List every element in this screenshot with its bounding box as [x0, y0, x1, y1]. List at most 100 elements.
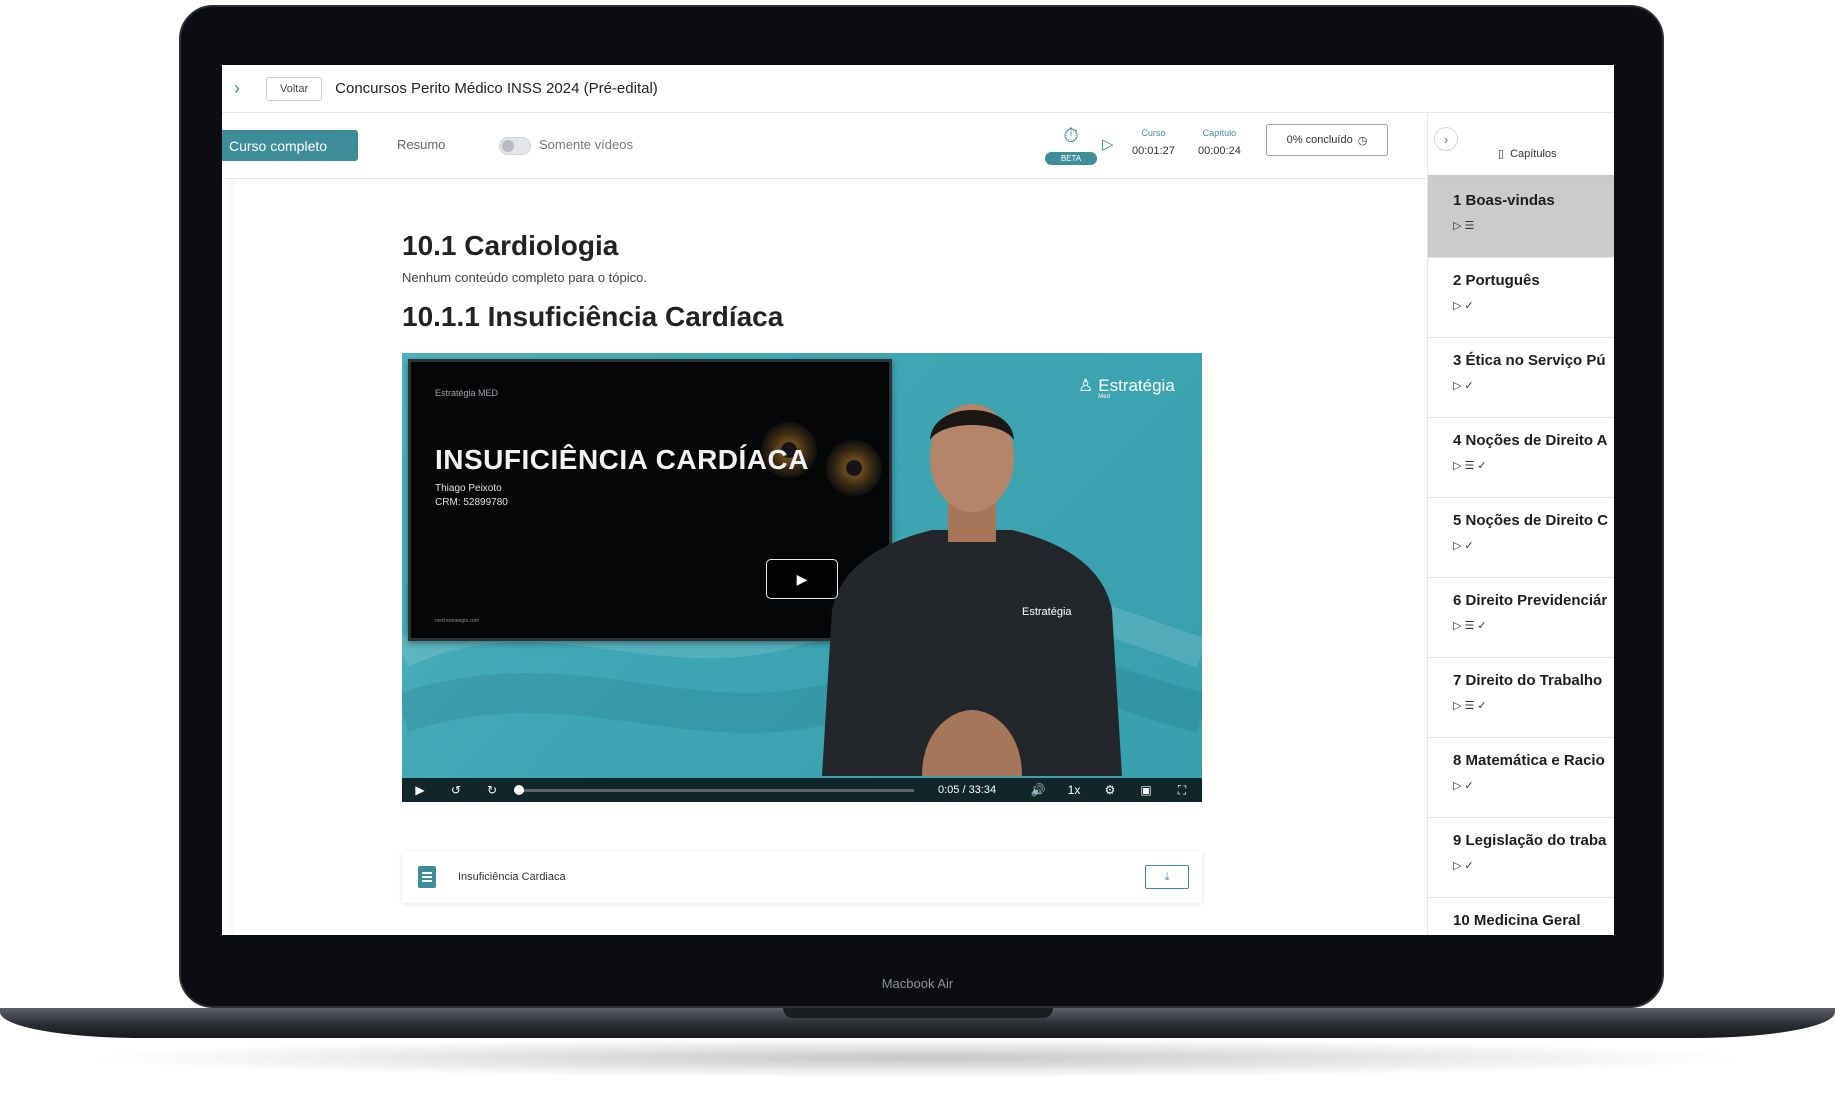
chapter-item[interactable]: 10 Medicina Geral — [1428, 898, 1614, 935]
completion-label: 0% concluído — [1286, 134, 1353, 146]
chapter-item[interactable]: 4 Noções de Direito A ▷ ☰ ✓ — [1428, 418, 1614, 498]
settings-gear-icon[interactable]: ⚙ — [1092, 783, 1128, 797]
chapter-item[interactable]: 8 Matemática e Racio ▷ ✓ — [1428, 738, 1614, 818]
chapter-name: 2 Português — [1453, 272, 1540, 289]
current-time: 0:05 — [938, 784, 960, 796]
device-label: Macbook Air — [881, 976, 954, 991]
rewind-icon[interactable]: ↺ — [438, 783, 474, 797]
logo-mark-icon: ♙ — [1078, 376, 1094, 395]
fullscreen-icon[interactable]: ⛶ — [1164, 783, 1200, 798]
video-player[interactable]: Estratégia MED INSUFICIÊNCIA CARDÍACA Th… — [402, 353, 1202, 802]
chapter-item[interactable]: 3 Ética no Serviço Pú ▷ ✓ — [1428, 338, 1614, 418]
book-icon: ▯ — [1498, 148, 1505, 160]
top-header: › Voltar Concursos Perito Médico INSS 20… — [222, 65, 1614, 113]
subtopic-title: 10.1.1 Insuficiência Cardíaca — [402, 301, 784, 332]
chapter-name: 6 Direito Previdenciár — [1453, 592, 1608, 609]
speed-button[interactable]: 1x — [1056, 783, 1092, 797]
chapter-time-value: 00:00:24 — [1198, 145, 1241, 157]
tab-full-course[interactable]: Curso completo — [222, 130, 358, 161]
attachment-name: Insuficiência Cardiaca — [458, 871, 566, 883]
sidebar-title-text: Capítulos — [1510, 147, 1557, 160]
chapter-status-icons: ▷ ✓ — [1453, 380, 1474, 392]
chapter-item[interactable]: 9 Legislação do traba ▷ ✓ — [1428, 818, 1614, 898]
presenter-figure: Estratégia — [822, 404, 1122, 776]
chapter-status-icons: ▷ ✓ — [1453, 540, 1474, 552]
slide-author: Thiago Peixoto CRM: 52899780 — [435, 482, 508, 510]
download-button[interactable]: ⤓ — [1145, 865, 1189, 889]
logo-text: Estratégia — [1098, 376, 1175, 395]
chapter-status-icons: ▷ ✓ — [1453, 860, 1474, 872]
slide-author-name: Thiago Peixoto — [435, 483, 502, 494]
chapter-status-icons: ▷ ☰ — [1453, 220, 1475, 232]
document-icon — [418, 866, 436, 888]
videos-only-label: Somente vídeos — [539, 137, 633, 152]
chapter-name: 9 Legislação do traba — [1453, 832, 1607, 849]
slide-author-crm: CRM: 52899780 — [435, 497, 508, 508]
chevron-right-icon[interactable]: › — [1434, 127, 1458, 151]
clock-progress-icon: ◷ — [1357, 134, 1368, 147]
course-time-value: 00:01:27 — [1132, 145, 1175, 157]
chapter-item[interactable]: 2 Português ▷ ✓ — [1428, 258, 1614, 338]
course-time-block: Curso 00:01:27 — [1132, 128, 1175, 157]
toggle-knob — [502, 140, 514, 152]
content-toolbar: Curso completo Resumo Somente vídeos ⏱ B… — [222, 113, 1427, 179]
slide-title: INSUFICIÊNCIA CARDÍACA — [435, 444, 809, 475]
back-button[interactable]: Voltar — [266, 76, 323, 101]
shirt-logo: Estratégia — [1022, 606, 1072, 618]
chapter-status-icons: ▷ ✓ — [1453, 300, 1474, 312]
chapter-item[interactable]: 6 Direito Previdenciár ▷ ☰ ✓ — [1428, 578, 1614, 658]
topic-title: 10.1 Cardiologia — [402, 230, 619, 261]
sidebar-header: › ▯ Capítulos — [1428, 113, 1614, 178]
progress-knob[interactable] — [514, 784, 524, 795]
chevron-right-icon[interactable]: › — [222, 65, 252, 113]
estrategia-logo: ♙ Estratégia Med — [1078, 376, 1175, 400]
chapter-status-icons: ▷ ☰ ✓ — [1453, 700, 1487, 712]
course-title: Concursos Perito Médico INSS 2024 (Pré-e… — [335, 80, 658, 97]
course-time-label: Curso — [1141, 128, 1166, 138]
video-time: 0:05 / 33:34 — [938, 784, 1020, 796]
chapter-item[interactable]: 5 Noções de Direito C ▷ ✓ — [1428, 498, 1614, 578]
stopwatch-icon[interactable]: ⏱ — [1060, 125, 1082, 147]
play-control-icon[interactable]: ▶ — [402, 783, 438, 797]
slide-footer: med.estrategia.com — [435, 618, 479, 624]
video-controls: ▶ ↺ ↻ 0:05 / 33:34 🔊 1x ⚙ ▣ ⛶ — [402, 778, 1202, 802]
chapter-name: 7 Direito do Trabalho — [1453, 672, 1603, 689]
chapter-time-block: Capítulo 00:00:24 — [1198, 128, 1241, 157]
chapter-name: 10 Medicina Geral — [1453, 912, 1581, 929]
chapter-name: 8 Matemática e Racio — [1453, 752, 1605, 769]
chapter-time-label: Capítulo — [1202, 128, 1237, 138]
left-edge-shadow — [222, 180, 234, 935]
app-screen: › Voltar Concursos Perito Médico INSS 20… — [222, 65, 1614, 935]
duration: 33:34 — [968, 784, 997, 796]
chapter-status-icons: ▷ ✓ — [1453, 780, 1474, 792]
chapter-status-icons: ▷ ☰ ✓ — [1453, 620, 1487, 632]
laptop-shadow — [80, 1038, 1755, 1078]
chapter-name: 4 Noções de Direito A — [1453, 432, 1608, 449]
beta-badge: BETA — [1045, 152, 1097, 165]
laptop-frame: › Voltar Concursos Perito Médico INSS 20… — [0, 0, 1835, 1103]
logo-wordmark: Estratégia Med — [1098, 376, 1175, 400]
download-icon: ⤓ — [1164, 870, 1170, 883]
big-play-button[interactable]: ▶ — [766, 559, 838, 599]
chapter-list: 1 Boas-vindas ▷ ☰ 2 Português ▷ ✓ 3 Ética no… — [1428, 178, 1614, 935]
picture-in-picture-icon[interactable]: ▣ — [1128, 783, 1164, 797]
chapter-item[interactable]: 7 Direito do Trabalho ▷ ☰ ✓ — [1428, 658, 1614, 738]
play-icon: ▶ — [796, 570, 808, 587]
video-progress-bar[interactable] — [514, 784, 914, 795]
laptop-base-notch — [783, 1008, 1053, 1018]
completion-status-button[interactable]: 0% concluído ◷ — [1266, 124, 1388, 156]
topic-note: Nenhum conteúdo completo para o tópico. — [402, 270, 647, 285]
videos-only-toggle[interactable] — [499, 137, 531, 155]
tab-summary[interactable]: Resumo — [397, 137, 445, 152]
chapter-item[interactable]: 1 Boas-vindas ▷ ☰ — [1428, 178, 1614, 258]
play-outline-icon[interactable]: ▷ — [1102, 135, 1114, 153]
chapters-sidebar: › ▯ Capítulos 1 Boas-vindas ▷ ☰ 2 Portuguê… — [1427, 113, 1614, 935]
forward-icon[interactable]: ↻ — [474, 783, 510, 797]
chapter-status-icons: ▷ ☰ ✓ — [1453, 460, 1487, 472]
main-content: 10.1 Cardiologia Nenhum conteúdo complet… — [402, 230, 1202, 333]
slide-brand: Estratégia MED — [435, 388, 499, 398]
chapter-name: 5 Noções de Direito C — [1453, 512, 1609, 529]
volume-icon[interactable]: 🔊 — [1020, 783, 1056, 797]
chapter-name: 3 Ética no Serviço Pú — [1453, 352, 1606, 369]
chapter-name: 1 Boas-vindas — [1453, 192, 1555, 209]
